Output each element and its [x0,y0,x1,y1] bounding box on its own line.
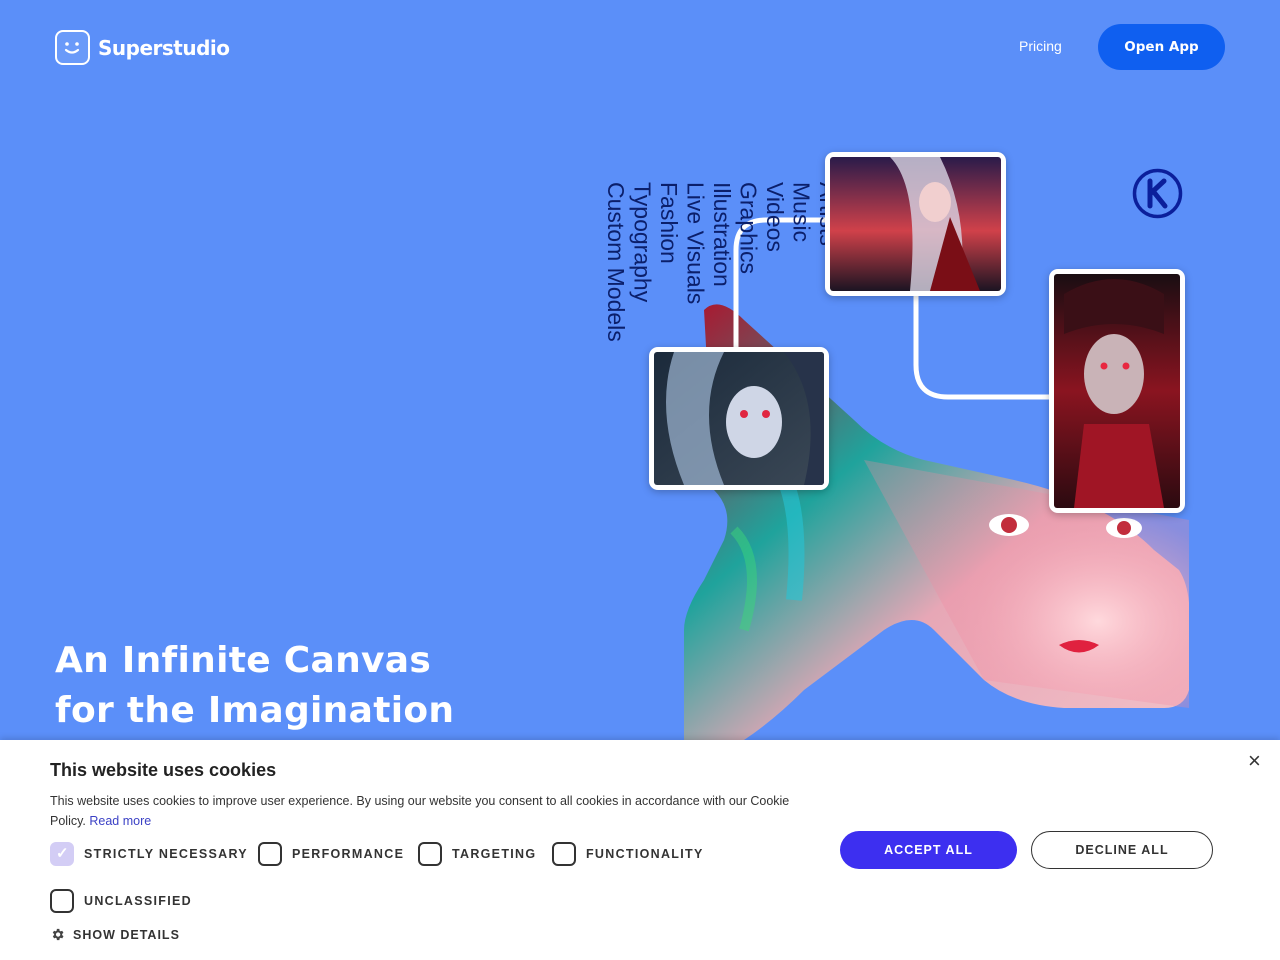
checkbox-box[interactable] [418,842,442,866]
artwork-card[interactable] [649,347,829,490]
check-icon[interactable] [50,842,74,866]
smile-logo-icon [55,30,90,65]
checkbox-targeting[interactable]: TARGETING [418,842,536,866]
cookie-title: This website uses cookies [50,760,277,780]
artwork-card[interactable] [825,152,1006,296]
show-details-label: SHOW DETAILS [73,927,180,942]
artwork-thumbnail [654,352,824,485]
show-details-toggle[interactable]: SHOW DETAILS [50,927,180,942]
category-item: Custom Models [603,182,629,342]
checkbox-box[interactable] [258,842,282,866]
checkbox-label: UNCLASSIFIED [84,894,192,908]
checkbox-label: STRICTLY NECESSARY [84,847,248,861]
cookie-banner: This website uses cookies × This website… [0,740,1280,960]
read-more-link[interactable]: Read more [89,814,151,828]
checkbox-label: FUNCTIONALITY [586,847,704,861]
checkbox-strictly-necessary[interactable]: STRICTLY NECESSARY [50,842,248,866]
checkbox-unclassified[interactable]: UNCLASSIFIED [50,889,192,913]
brand-name: Superstudio [98,35,230,60]
checkbox-label: TARGETING [452,847,537,861]
brand-logo[interactable]: Superstudio [55,30,230,65]
checkbox-box[interactable] [50,889,74,913]
artwork-card[interactable] [1049,269,1185,513]
artwork-thumbnail [1054,274,1180,508]
checkbox-performance[interactable]: PERFORMANCE [258,842,404,866]
hero-headline-line-2: for the Imagination [55,690,455,731]
checkbox-label: PERFORMANCE [292,847,405,861]
k-badge-icon[interactable] [1132,168,1183,219]
accept-all-button[interactable]: ACCEPT ALL [840,831,1017,869]
cookie-description: This website uses cookies to improve use… [50,791,820,831]
nav-pricing-link[interactable]: Pricing [1019,38,1062,54]
cookie-text: This website uses cookies to improve use… [50,794,790,828]
checkbox-functionality[interactable]: FUNCTIONALITY [552,842,704,866]
decline-all-button[interactable]: DECLINE ALL [1031,831,1213,869]
gear-icon [52,928,64,941]
hero-headline-line-1: An Infinite Canvas [55,640,432,681]
checkbox-box[interactable] [552,842,576,866]
open-app-button[interactable]: Open App [1098,24,1225,70]
artwork-thumbnail [830,157,1001,291]
close-icon[interactable]: × [1248,748,1261,774]
